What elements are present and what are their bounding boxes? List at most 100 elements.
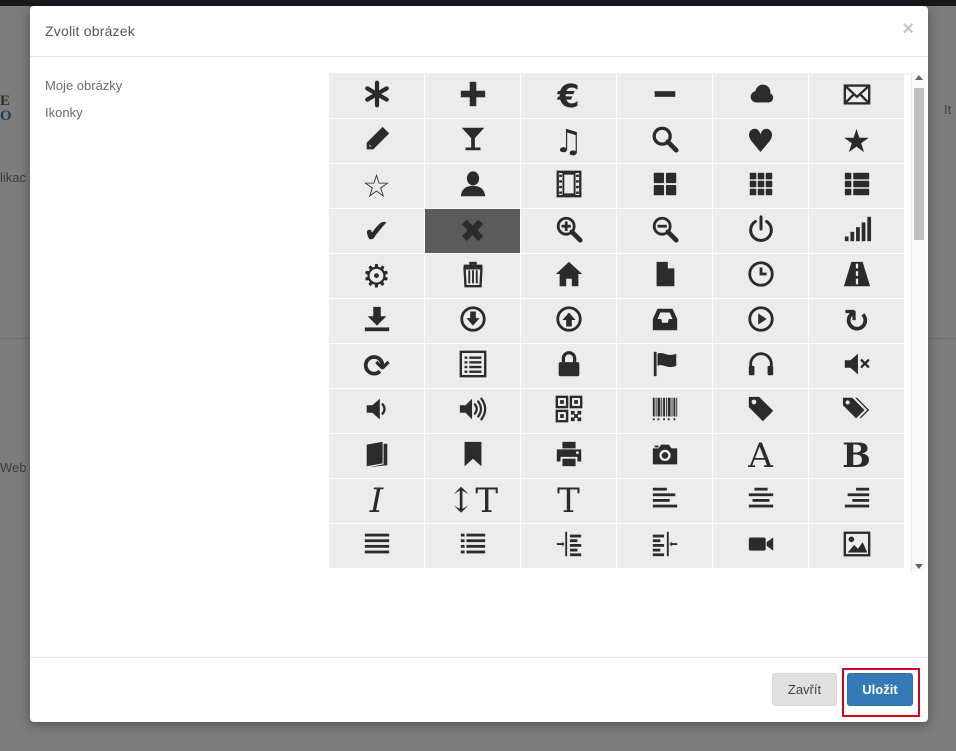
icon-option[interactable]: ♥ [713,119,808,163]
icon-option[interactable]: ⟳ [329,344,424,388]
off-icon [746,214,776,249]
icon-option[interactable] [713,299,808,343]
scroll-up-arrow-icon[interactable] [915,75,923,80]
icon-option[interactable]: T [521,479,616,523]
print-icon [554,439,584,474]
icon-option[interactable] [713,389,808,433]
icon-option[interactable]: ☆ [329,164,424,208]
music-icon: ♫ [554,122,583,160]
icon-option[interactable]: ✔ [329,209,424,253]
icon-option[interactable] [713,254,808,298]
scroll-thumb[interactable] [914,88,924,240]
icon-option[interactable] [617,524,712,568]
icon-option[interactable] [425,524,520,568]
icon-option[interactable]: ★ [809,119,904,163]
icon-option[interactable] [617,74,712,118]
download-alt-icon [362,304,392,339]
icon-option[interactable] [617,119,712,163]
icon-option[interactable]: ↻ [809,299,904,343]
icon-option[interactable] [521,299,616,343]
icon-option[interactable] [809,344,904,388]
icon-option[interactable] [713,164,808,208]
icon-option[interactable] [425,74,520,118]
icon-option[interactable] [521,209,616,253]
icon-option[interactable] [617,164,712,208]
background-text-fragment: Web [0,460,27,475]
icon-option[interactable] [617,479,712,523]
icon-option[interactable] [617,299,712,343]
cloud-icon [746,79,776,114]
nav-icons[interactable]: Ikonky [45,105,122,120]
icon-option[interactable]: € [521,74,616,118]
icon-option[interactable] [425,344,520,388]
icon-option[interactable] [809,74,904,118]
facetime-video-icon [746,529,776,564]
nav-my-images[interactable]: Moje obrázky [45,78,122,93]
th-icon [746,169,776,204]
icon-option[interactable] [713,479,808,523]
align-left-icon [650,484,680,519]
camera-icon [650,439,680,474]
icon-option[interactable] [329,74,424,118]
icon-option[interactable] [425,254,520,298]
icon-option[interactable] [521,344,616,388]
icon-option[interactable] [809,524,904,568]
volume-down-icon [362,394,392,429]
font-icon: A [748,436,773,476]
icon-option[interactable] [521,254,616,298]
icon-option[interactable] [713,74,808,118]
icon-option[interactable] [617,254,712,298]
icon-option[interactable] [329,524,424,568]
icon-option[interactable]: ⚙ [329,254,424,298]
upload-icon [554,304,584,339]
icon-option[interactable] [425,434,520,478]
align-justify-icon [362,529,392,564]
icon-option[interactable] [521,164,616,208]
icon-option[interactable]: ↕T [425,479,520,523]
icon-option[interactable]: ♫ [521,119,616,163]
plus-icon [458,79,488,114]
icon-option[interactable]: I [329,479,424,523]
icon-option[interactable]: A [713,434,808,478]
icon-grid-scrollbar[interactable] [911,73,925,572]
icon-option[interactable] [713,524,808,568]
road-icon [842,259,872,294]
scroll-down-arrow-icon[interactable] [915,564,923,569]
icon-option[interactable]: B [809,434,904,478]
icon-option[interactable]: ✖ [425,209,520,253]
icon-option[interactable] [809,479,904,523]
icon-option[interactable] [809,209,904,253]
icon-option[interactable] [713,209,808,253]
icon-option[interactable] [521,524,616,568]
icon-option[interactable] [617,344,712,388]
icon-option[interactable] [329,434,424,478]
background-text-fragment: likac [0,170,27,185]
trash-icon [458,259,488,294]
icon-option[interactable] [617,434,712,478]
close-button[interactable]: Zavřít [772,673,837,706]
icon-option[interactable] [713,344,808,388]
icon-option[interactable] [425,389,520,433]
icon-option[interactable] [425,299,520,343]
icon-option[interactable] [809,389,904,433]
remove-icon: ✖ [459,212,486,250]
icon-option[interactable] [329,299,424,343]
icon-option[interactable] [809,254,904,298]
asterisk-icon [362,79,392,114]
icon-grid-viewport[interactable]: € ♫ ♥ ★ ☆ ✔ ✖ ⚙ ↻ ⟳ A B I ↕T T [329,73,925,572]
icon-option[interactable] [617,389,712,433]
background-text-fragment: It [944,102,952,117]
icon-option[interactable] [521,434,616,478]
glass-icon [458,124,488,159]
icon-option[interactable] [809,164,904,208]
close-icon[interactable]: × [902,19,914,39]
icon-option[interactable] [521,389,616,433]
icon-option[interactable] [617,209,712,253]
icon-option[interactable] [425,164,520,208]
icon-option[interactable] [329,119,424,163]
tags-icon [842,394,872,429]
icon-option[interactable] [329,389,424,433]
ok-icon: ✔ [363,212,390,250]
picture-icon [842,529,872,564]
icon-option[interactable] [425,119,520,163]
